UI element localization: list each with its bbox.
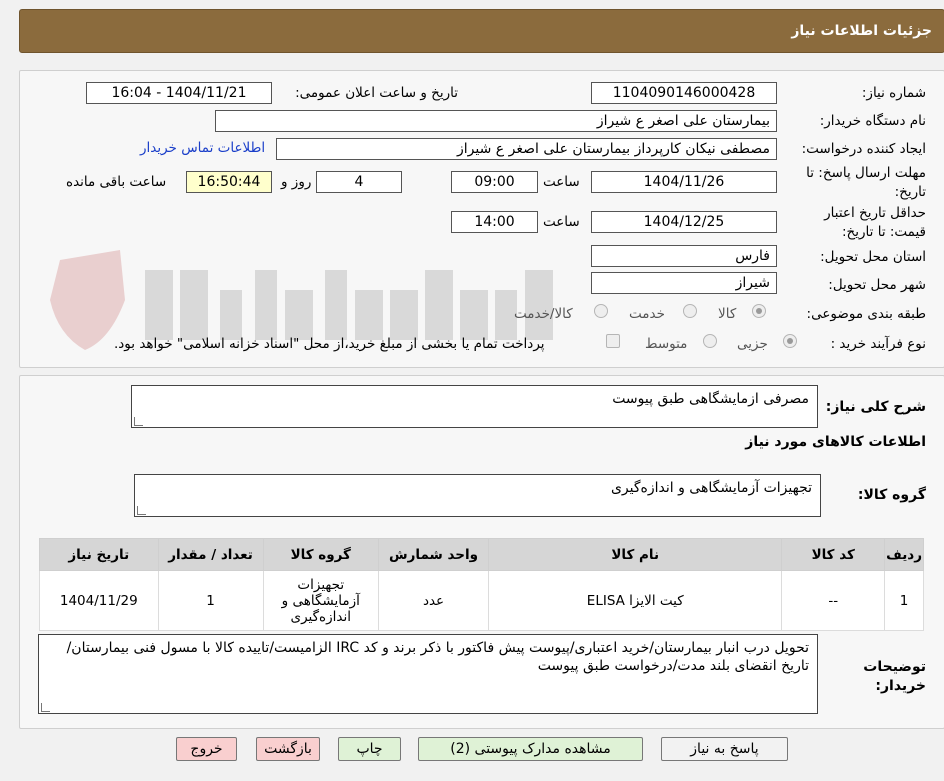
goods-group-label: گروه کالا: xyxy=(857,487,926,503)
purchase-type-label: نوع فرآیند خرید : xyxy=(830,336,926,352)
goods-group-textarea[interactable]: تجهیزات آزمایشگاهی و اندازه‌گیری xyxy=(134,474,821,517)
buyer-notes-textarea[interactable]: تحویل درب انبار بیمارستان/خرید اعتباری/پ… xyxy=(38,634,818,714)
resize-handle-icon[interactable] xyxy=(41,703,50,712)
table-header-row: ردیف کد کالا نام کالا واحد شمارش گروه کا… xyxy=(39,538,924,571)
category-radio-goods-service[interactable] xyxy=(594,304,608,318)
description-label: شرح کلی نیاز: xyxy=(825,399,926,415)
cell-item-name: کیت الایزا ELISA xyxy=(488,570,783,631)
page-header: جزئیات اطلاعات نیاز xyxy=(19,9,944,53)
category-option-goods-service: کالا/خدمت xyxy=(514,306,573,322)
buyer-notes-label: توضیحات خریدار: xyxy=(863,659,926,694)
announce-datetime-label: تاریخ و ساعت اعلان عمومی: xyxy=(295,85,458,101)
buyer-org-field: بیمارستان علی اصغر ع شیراز xyxy=(215,110,777,132)
deadline-label-2: تاریخ: xyxy=(894,184,926,200)
category-radio-goods[interactable] xyxy=(752,304,766,318)
buyer-contact-link[interactable]: اطلاعات تماس خریدار xyxy=(140,140,265,156)
requester-label: ایجاد کننده درخواست: xyxy=(801,141,926,157)
remaining-days-field: 4 xyxy=(316,171,402,193)
purchase-type-option-minor: جزیی xyxy=(737,336,768,352)
remaining-time-field: 16:50:44 xyxy=(186,171,272,193)
deadline-label: مهلت ارسال پاسخ: تا xyxy=(806,165,926,181)
announce-datetime-field: 1404/11/21 - 16:04 xyxy=(86,82,272,104)
description-textarea[interactable]: مصرفی ازمایشگاهی طبق پیوست xyxy=(131,385,818,428)
page-title: جزئیات اطلاعات نیاز xyxy=(791,23,932,39)
resize-handle-icon[interactable] xyxy=(137,506,146,515)
city-field: شیراز xyxy=(591,272,777,294)
price-validity-date-field: 1404/12/25 xyxy=(591,211,777,233)
reply-button[interactable]: پاسخ به نیاز xyxy=(661,737,788,761)
back-button[interactable]: بازگشت xyxy=(256,737,320,761)
table-row: 1 -- کیت الایزا ELISA عدد تجهیزات آزمایش… xyxy=(39,570,924,631)
deadline-date-field: 1404/11/26 xyxy=(591,171,777,193)
days-label: روز و xyxy=(281,174,312,190)
province-field: فارس xyxy=(591,245,777,267)
print-button[interactable]: چاپ xyxy=(338,737,401,761)
price-validity-time-label: ساعت xyxy=(543,214,580,230)
col-header-item-group: گروه کالا xyxy=(262,538,379,571)
view-documents-button[interactable]: مشاهده مدارک پیوستی (2) xyxy=(418,737,643,761)
need-number-label: شماره نیاز: xyxy=(861,85,926,101)
cell-item-code: -- xyxy=(781,570,886,631)
requester-field: مصطفی نیکان کارپرداز بیمارستان علی اصغر … xyxy=(276,138,777,160)
description-text: مصرفی ازمایشگاهی طبق پیوست xyxy=(612,391,809,407)
purchase-type-radio-medium[interactable] xyxy=(703,334,717,348)
col-header-unit: واحد شمارش xyxy=(377,538,490,571)
buyer-notes-text: تحویل درب انبار بیمارستان/خرید اعتباری/پ… xyxy=(66,640,809,674)
resize-handle-icon[interactable] xyxy=(134,417,143,426)
province-label: استان محل تحویل: xyxy=(820,249,926,265)
category-label: طبقه بندی موضوعی: xyxy=(806,306,926,322)
goods-group-text: تجهیزات آزمایشگاهی و اندازه‌گیری xyxy=(610,480,812,496)
city-label: شهر محل تحویل: xyxy=(828,277,926,293)
purchase-type-radio-minor[interactable] xyxy=(783,334,797,348)
treasury-note: پرداخت تمام یا بخشی از مبلغ خرید،از محل … xyxy=(114,336,545,352)
cell-item-group: تجهیزات آزمایشگاهی و اندازه‌گیری xyxy=(262,570,379,631)
goods-table: ردیف کد کالا نام کالا واحد شمارش گروه کا… xyxy=(39,538,924,631)
buyer-org-label: نام دستگاه خریدار: xyxy=(819,113,926,129)
purchase-type-option-medium: متوسط xyxy=(645,336,688,352)
cell-row-number: 1 xyxy=(884,570,924,631)
goods-section-title: اطلاعات کالاهای مورد نیاز xyxy=(745,434,926,450)
category-option-service: خدمت xyxy=(629,306,665,322)
col-header-row-number: ردیف xyxy=(884,538,924,571)
treasury-checkbox[interactable] xyxy=(606,334,620,348)
col-header-item-name: نام کالا xyxy=(488,538,783,571)
need-number-field: 1104090146000428 xyxy=(591,82,777,104)
deadline-time-label: ساعت xyxy=(543,174,580,190)
exit-button[interactable]: خروج xyxy=(176,737,237,761)
col-header-need-date: تاریخ نیاز xyxy=(39,538,159,571)
deadline-time-field: 09:00 xyxy=(451,171,538,193)
price-validity-label: حداقل تاریخ اعتبار xyxy=(824,205,926,221)
category-option-goods: کالا xyxy=(718,306,737,322)
col-header-quantity: تعداد / مقدار xyxy=(157,538,264,571)
category-radio-service[interactable] xyxy=(683,304,697,318)
remaining-label: ساعت باقی مانده xyxy=(66,174,167,190)
price-validity-time-field: 14:00 xyxy=(451,211,538,233)
price-validity-label-2: قیمت: تا تاریخ: xyxy=(842,224,926,240)
col-header-item-code: کد کالا xyxy=(781,538,886,571)
cell-need-date: 1404/11/29 xyxy=(39,570,159,631)
cell-unit: عدد xyxy=(377,570,490,631)
cell-quantity: 1 xyxy=(157,570,264,631)
